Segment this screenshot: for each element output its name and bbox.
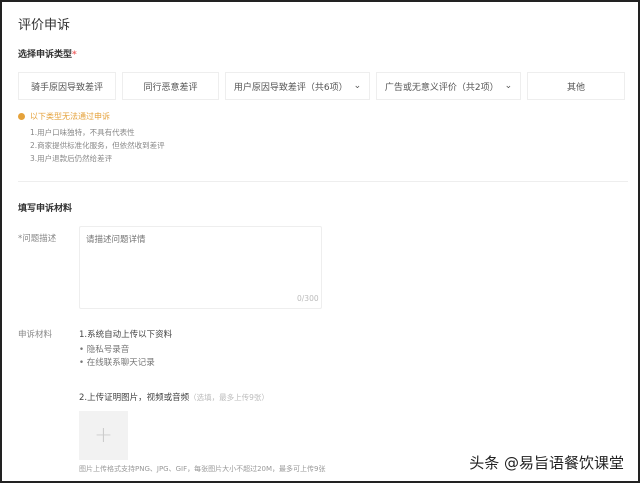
chevron-down-icon: ⌄ bbox=[504, 81, 513, 91]
upload-button[interactable]: + bbox=[79, 411, 128, 460]
divider bbox=[18, 181, 628, 182]
warning-text: 以下类型无法通过申诉 bbox=[30, 112, 110, 121]
auto-item: • 隐私号录音 bbox=[79, 345, 130, 355]
description-label: *问题描述 bbox=[18, 234, 57, 244]
upload-title-text: 2.上传证明图片，视频或音频 bbox=[79, 393, 190, 403]
watermark: 头条 @易旨语餐饮课堂 bbox=[469, 454, 624, 472]
type-section-label: 选择申诉类型* bbox=[18, 47, 77, 60]
auto-item-text: 隐私号录音 bbox=[86, 345, 130, 355]
type-section-text: 选择申诉类型 bbox=[18, 50, 73, 60]
auto-item: • 在线联系聊天记录 bbox=[79, 358, 155, 368]
required-mark: * bbox=[72, 50, 77, 60]
option-label: 其他 bbox=[566, 82, 585, 93]
plus-icon: + bbox=[94, 423, 113, 448]
rule-item: 1.用户口味独特，不具有代表性 bbox=[30, 128, 135, 137]
type-option-rider[interactable]: 骑手原因导致差评 bbox=[18, 72, 116, 100]
char-count: 0/300 bbox=[297, 294, 319, 303]
chevron-down-icon: ⌄ bbox=[353, 81, 362, 91]
type-option-user[interactable]: 用户原因导致差评（共6项） ⌄ bbox=[225, 72, 370, 100]
option-label: 用户原因导致差评（共6项） bbox=[233, 82, 348, 93]
description-input[interactable] bbox=[79, 226, 322, 309]
type-option-malicious[interactable]: 同行恶意差评 bbox=[122, 72, 219, 100]
warning: 以下类型无法通过申诉 bbox=[18, 111, 110, 122]
option-label: 骑手原因导致差评 bbox=[30, 82, 103, 93]
auto-item-text: 在线联系聊天记录 bbox=[86, 358, 155, 368]
warning-icon bbox=[18, 113, 25, 120]
type-option-other[interactable]: 其他 bbox=[527, 72, 625, 100]
materials-label: 申诉材料 bbox=[18, 330, 53, 340]
upload-note: （选填，最多上传9张） bbox=[189, 393, 269, 402]
material-section-label: 填写申诉材料 bbox=[18, 204, 73, 214]
type-option-ads[interactable]: 广告或无意义评价（共2项） ⌄ bbox=[376, 72, 521, 100]
option-label: 同行恶意差评 bbox=[143, 82, 198, 93]
auto-upload-title: 1.系统自动上传以下资料 bbox=[79, 330, 173, 340]
rule-item: 3.用户退款后仍然给差评 bbox=[30, 154, 113, 163]
upload-hint: 图片上传格式支持PNG、JPG、GIF，每张图片大小不超过20M，最多可上传9张 bbox=[79, 465, 326, 473]
upload-title: 2.上传证明图片，视频或音频（选填，最多上传9张） bbox=[79, 391, 269, 403]
option-label: 广告或无意义评价（共2项） bbox=[384, 82, 499, 93]
page-title: 评价申诉 bbox=[18, 18, 71, 33]
rule-item: 2.商家提供标准化服务，但依然收到差评 bbox=[30, 141, 165, 150]
